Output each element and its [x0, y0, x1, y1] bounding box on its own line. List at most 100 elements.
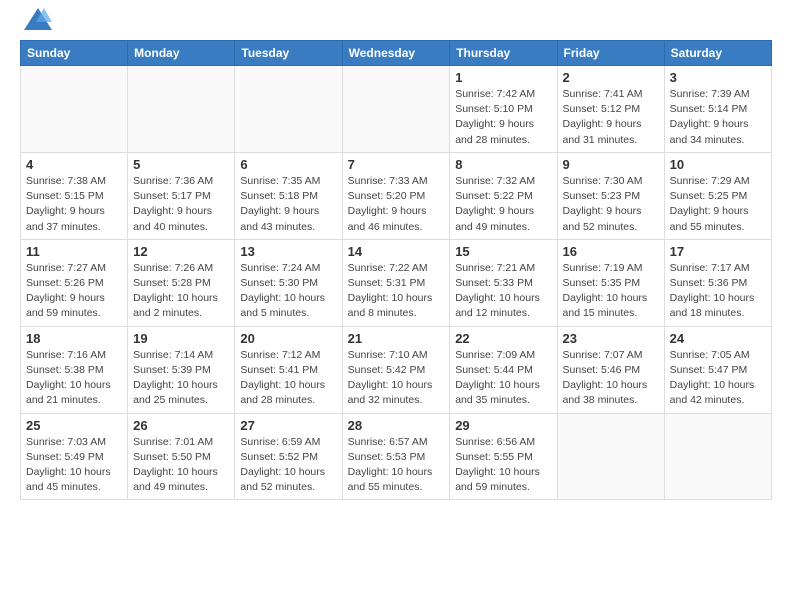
calendar-cell: 11 Sunrise: 7:27 AMSunset: 5:26 PMDayligh…	[21, 239, 128, 326]
weekday-header-saturday: Saturday	[664, 41, 771, 66]
calendar-cell: 7 Sunrise: 7:33 AMSunset: 5:20 PMDaylight…	[342, 152, 450, 239]
day-number: 28	[348, 418, 445, 433]
weekday-header-thursday: Thursday	[450, 41, 557, 66]
day-number: 7	[348, 157, 445, 172]
day-info: Sunrise: 7:24 AMSunset: 5:30 PMDaylight:…	[240, 261, 336, 322]
day-info: Sunrise: 7:38 AMSunset: 5:15 PMDaylight:…	[26, 174, 122, 235]
calendar-cell: 10 Sunrise: 7:29 AMSunset: 5:25 PMDayligh…	[664, 152, 771, 239]
day-info: Sunrise: 7:42 AMSunset: 5:10 PMDaylight:…	[455, 87, 551, 148]
day-info: Sunrise: 7:27 AMSunset: 5:26 PMDaylight:…	[26, 261, 122, 322]
day-info: Sunrise: 7:32 AMSunset: 5:22 PMDaylight:…	[455, 174, 551, 235]
day-number: 16	[563, 244, 659, 259]
calendar-cell	[128, 66, 235, 153]
day-number: 26	[133, 418, 229, 433]
calendar-week-row: 4Sunrise: 7:38 AMSunset: 5:15 PMDaylight…	[21, 152, 772, 239]
day-number: 8	[455, 157, 551, 172]
calendar-cell: 8 Sunrise: 7:32 AMSunset: 5:22 PMDaylight…	[450, 152, 557, 239]
day-number: 20	[240, 331, 336, 346]
day-number: 14	[348, 244, 445, 259]
calendar-cell: 17 Sunrise: 7:17 AMSunset: 5:36 PMDayligh…	[664, 239, 771, 326]
day-number: 5	[133, 157, 229, 172]
day-info: Sunrise: 7:36 AMSunset: 5:17 PMDaylight:…	[133, 174, 229, 235]
day-number: 18	[26, 331, 122, 346]
weekday-header-monday: Monday	[128, 41, 235, 66]
calendar-cell	[664, 413, 771, 500]
calendar-cell: 27 Sunrise: 6:59 AMSunset: 5:52 PMDayligh…	[235, 413, 342, 500]
day-info: Sunrise: 7:29 AMSunset: 5:25 PMDaylight:…	[670, 174, 766, 235]
calendar-cell: 24 Sunrise: 7:05 AMSunset: 5:47 PMDayligh…	[664, 326, 771, 413]
calendar-week-row: 11 Sunrise: 7:27 AMSunset: 5:26 PMDayligh…	[21, 239, 772, 326]
calendar-week-row: 18 Sunrise: 7:16 AMSunset: 5:38 PMDayligh…	[21, 326, 772, 413]
calendar-cell: 28 Sunrise: 6:57 AMSunset: 5:53 PMDayligh…	[342, 413, 450, 500]
day-number: 22	[455, 331, 551, 346]
calendar-cell: 26 Sunrise: 7:01 AMSunset: 5:50 PMDayligh…	[128, 413, 235, 500]
calendar-cell: 25 Sunrise: 7:03 AMSunset: 5:49 PMDayligh…	[21, 413, 128, 500]
calendar-cell: 29Sunrise: 6:56 AMSunset: 5:55 PMDayligh…	[450, 413, 557, 500]
day-number: 19	[133, 331, 229, 346]
calendar-cell	[557, 413, 664, 500]
day-info: Sunrise: 7:05 AMSunset: 5:47 PMDaylight:…	[670, 348, 766, 409]
day-number: 27	[240, 418, 336, 433]
weekday-header-sunday: Sunday	[21, 41, 128, 66]
day-info: Sunrise: 7:35 AMSunset: 5:18 PMDaylight:…	[240, 174, 336, 235]
day-number: 21	[348, 331, 445, 346]
day-number: 6	[240, 157, 336, 172]
day-info: Sunrise: 7:12 AMSunset: 5:41 PMDaylight:…	[240, 348, 336, 409]
calendar-cell: 23 Sunrise: 7:07 AMSunset: 5:46 PMDayligh…	[557, 326, 664, 413]
day-number: 9	[563, 157, 659, 172]
day-number: 1	[455, 70, 551, 85]
calendar-cell: 22 Sunrise: 7:09 AMSunset: 5:44 PMDayligh…	[450, 326, 557, 413]
logo-icon	[24, 8, 52, 30]
day-number: 12	[133, 244, 229, 259]
calendar-table: SundayMondayTuesdayWednesdayThursdayFrid…	[20, 40, 772, 500]
day-info: Sunrise: 7:07 AMSunset: 5:46 PMDaylight:…	[563, 348, 659, 409]
calendar-cell: 20 Sunrise: 7:12 AMSunset: 5:41 PMDayligh…	[235, 326, 342, 413]
day-info: Sunrise: 7:03 AMSunset: 5:49 PMDaylight:…	[26, 435, 122, 496]
logo	[20, 16, 52, 30]
calendar-cell: 5 Sunrise: 7:36 AMSunset: 5:17 PMDaylight…	[128, 152, 235, 239]
calendar-cell: 9 Sunrise: 7:30 AMSunset: 5:23 PMDaylight…	[557, 152, 664, 239]
day-number: 2	[563, 70, 659, 85]
calendar-cell: 2 Sunrise: 7:41 AMSunset: 5:12 PMDaylight…	[557, 66, 664, 153]
day-info: Sunrise: 7:16 AMSunset: 5:38 PMDaylight:…	[26, 348, 122, 409]
day-info: Sunrise: 7:39 AMSunset: 5:14 PMDaylight:…	[670, 87, 766, 148]
calendar-cell: 4Sunrise: 7:38 AMSunset: 5:15 PMDaylight…	[21, 152, 128, 239]
day-info: Sunrise: 7:41 AMSunset: 5:12 PMDaylight:…	[563, 87, 659, 148]
calendar-week-row: 1 Sunrise: 7:42 AMSunset: 5:10 PMDaylight…	[21, 66, 772, 153]
day-number: 29	[455, 418, 551, 433]
day-info: Sunrise: 7:26 AMSunset: 5:28 PMDaylight:…	[133, 261, 229, 322]
day-number: 15	[455, 244, 551, 259]
calendar-cell: 15Sunrise: 7:21 AMSunset: 5:33 PMDayligh…	[450, 239, 557, 326]
day-info: Sunrise: 7:01 AMSunset: 5:50 PMDaylight:…	[133, 435, 229, 496]
calendar-cell: 6 Sunrise: 7:35 AMSunset: 5:18 PMDaylight…	[235, 152, 342, 239]
calendar-cell: 12 Sunrise: 7:26 AMSunset: 5:28 PMDayligh…	[128, 239, 235, 326]
day-info: Sunrise: 7:10 AMSunset: 5:42 PMDaylight:…	[348, 348, 445, 409]
day-number: 10	[670, 157, 766, 172]
day-info: Sunrise: 6:57 AMSunset: 5:53 PMDaylight:…	[348, 435, 445, 496]
calendar-cell: 1 Sunrise: 7:42 AMSunset: 5:10 PMDaylight…	[450, 66, 557, 153]
day-info: Sunrise: 7:17 AMSunset: 5:36 PMDaylight:…	[670, 261, 766, 322]
day-info: Sunrise: 7:33 AMSunset: 5:20 PMDaylight:…	[348, 174, 445, 235]
day-info: Sunrise: 6:59 AMSunset: 5:52 PMDaylight:…	[240, 435, 336, 496]
calendar-cell: 3Sunrise: 7:39 AMSunset: 5:14 PMDaylight…	[664, 66, 771, 153]
day-number: 25	[26, 418, 122, 433]
day-number: 11	[26, 244, 122, 259]
calendar-cell: 14 Sunrise: 7:22 AMSunset: 5:31 PMDayligh…	[342, 239, 450, 326]
day-number: 24	[670, 331, 766, 346]
weekday-header-friday: Friday	[557, 41, 664, 66]
calendar-cell	[342, 66, 450, 153]
calendar-cell: 16 Sunrise: 7:19 AMSunset: 5:35 PMDayligh…	[557, 239, 664, 326]
day-info: Sunrise: 7:14 AMSunset: 5:39 PMDaylight:…	[133, 348, 229, 409]
calendar-header-row: SundayMondayTuesdayWednesdayThursdayFrid…	[21, 41, 772, 66]
calendar-cell	[235, 66, 342, 153]
calendar-cell: 13Sunrise: 7:24 AMSunset: 5:30 PMDayligh…	[235, 239, 342, 326]
weekday-header-wednesday: Wednesday	[342, 41, 450, 66]
day-number: 23	[563, 331, 659, 346]
day-number: 17	[670, 244, 766, 259]
day-info: Sunrise: 7:30 AMSunset: 5:23 PMDaylight:…	[563, 174, 659, 235]
calendar-week-row: 25 Sunrise: 7:03 AMSunset: 5:49 PMDayligh…	[21, 413, 772, 500]
day-info: Sunrise: 7:22 AMSunset: 5:31 PMDaylight:…	[348, 261, 445, 322]
day-info: Sunrise: 7:09 AMSunset: 5:44 PMDaylight:…	[455, 348, 551, 409]
calendar-cell: 21 Sunrise: 7:10 AMSunset: 5:42 PMDayligh…	[342, 326, 450, 413]
day-info: Sunrise: 7:19 AMSunset: 5:35 PMDaylight:…	[563, 261, 659, 322]
